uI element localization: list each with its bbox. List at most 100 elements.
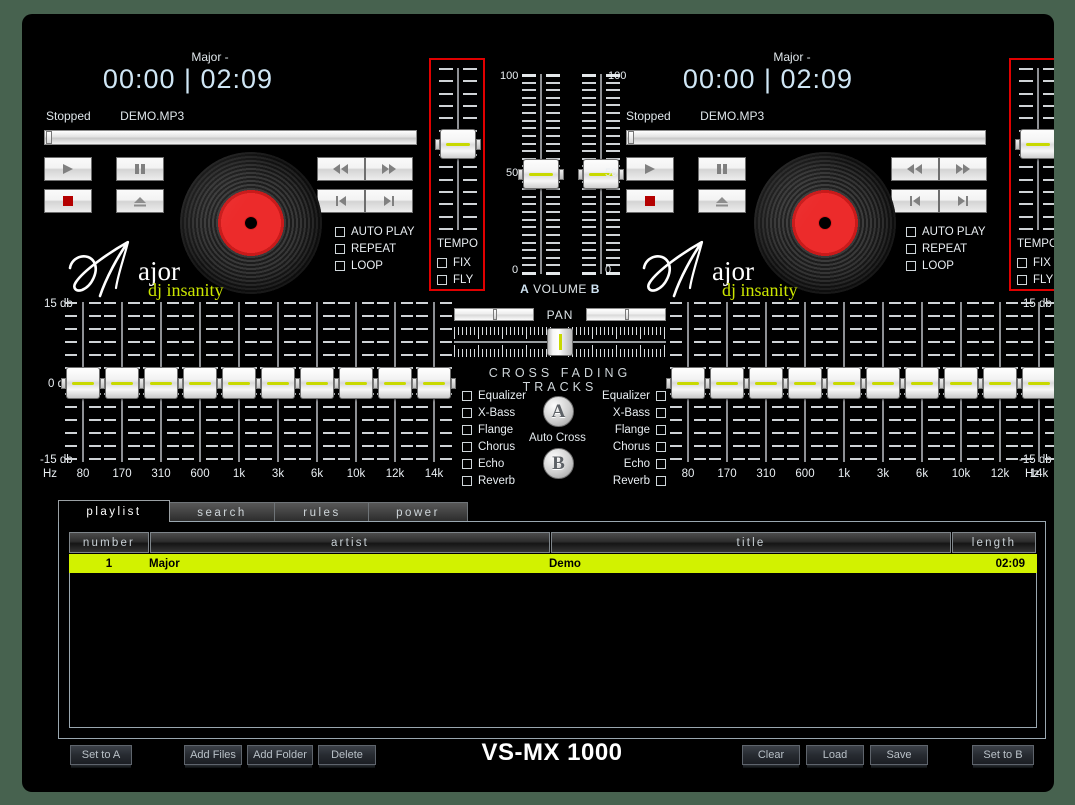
eq-a-knob-80[interactable] (61, 367, 105, 399)
deck-b-pause-button[interactable] (698, 157, 746, 181)
deck-b-repeat-checkbox[interactable] (906, 244, 916, 254)
deck-b-tempo-fly-checkbox[interactable] (1017, 275, 1027, 285)
deck-b-loop-checkbox[interactable] (906, 261, 916, 271)
fx-a-row-4[interactable]: Echo (462, 458, 526, 470)
crossfader-knob[interactable] (547, 328, 573, 356)
deck-a-autoplay-row[interactable]: AUTO PLAY (335, 226, 415, 238)
eq-a-band-1k[interactable]: 1k (217, 302, 261, 480)
deck-b-play-button[interactable] (626, 157, 674, 181)
deck-b-tempo-fix-row[interactable]: FIX (1017, 257, 1051, 269)
deck-a-tempo-fix-checkbox[interactable] (437, 258, 447, 268)
eq-a-band-600[interactable]: 600 (178, 302, 222, 480)
playlist-empty-area[interactable] (69, 573, 1037, 728)
fx-b-equalizer-checkbox[interactable] (656, 391, 666, 401)
deck-a-play-button[interactable] (44, 157, 92, 181)
volume-a-fader[interactable] (518, 74, 564, 275)
tab-power[interactable]: power (368, 502, 468, 522)
tab-playlist[interactable]: playlist (58, 500, 170, 522)
eq-a-band-14k[interactable]: 14k (412, 302, 456, 480)
eq-b-band-14k[interactable]: 14k (1017, 302, 1054, 480)
playlist-row-1[interactable]: 1 Major Demo 02:09 (69, 554, 1037, 573)
eq-b-knob-3k[interactable] (861, 367, 905, 399)
deck-a-tempo-knob[interactable] (435, 129, 481, 159)
deck-a-repeat-row[interactable]: REPEAT (335, 243, 415, 255)
fx-a-reverb-checkbox[interactable] (462, 476, 472, 486)
eq-a-knob-6k[interactable] (295, 367, 339, 399)
deck-b-tempo-fader[interactable] (1015, 68, 1054, 230)
set-to-b-button[interactable]: Set to B (972, 745, 1034, 768)
fx-b-row-1[interactable]: X-Bass (600, 407, 666, 419)
eq-a-knob-12k[interactable] (373, 367, 417, 399)
eq-a-knob-170[interactable] (100, 367, 144, 399)
eq-b-band-6k[interactable]: 6k (900, 302, 944, 480)
deck-b-seek-thumb[interactable] (628, 131, 634, 144)
playlist-column-artist[interactable]: artist (150, 532, 550, 553)
deck-a-fastforward-button[interactable] (365, 157, 413, 181)
deck-a-repeat-checkbox[interactable] (335, 244, 345, 254)
deck-a-seek-bar[interactable] (44, 130, 417, 145)
playlist-column-title[interactable]: title (551, 532, 951, 553)
eq-a-band-3k[interactable]: 3k (256, 302, 300, 480)
auto-cross-deck-a-badge[interactable]: A (543, 396, 574, 427)
fx-a-xbass-checkbox[interactable] (462, 408, 472, 418)
deck-a-tempo-fix-row[interactable]: FIX (437, 257, 471, 269)
fx-a-echo-checkbox[interactable] (462, 459, 472, 469)
deck-a-loop-row[interactable]: LOOP (335, 260, 415, 272)
eq-b-knob-12k[interactable] (978, 367, 1022, 399)
deck-b-eject-button[interactable] (698, 189, 746, 213)
deck-b-repeat-row[interactable]: REPEAT (906, 243, 986, 255)
deck-a-tempo-fader[interactable] (435, 68, 481, 230)
deck-b-prev-track-button[interactable] (891, 189, 939, 213)
eq-a-knob-310[interactable] (139, 367, 183, 399)
eq-b-knob-310[interactable] (744, 367, 788, 399)
deck-b-next-track-button[interactable] (939, 189, 987, 213)
save-button[interactable]: Save (870, 745, 928, 768)
eq-b-band-170[interactable]: 170 (705, 302, 749, 480)
deck-b-rewind-button[interactable] (891, 157, 939, 181)
fx-b-row-2[interactable]: Flange (600, 424, 666, 436)
fx-b-echo-checkbox[interactable] (656, 459, 666, 469)
volume-a-knob[interactable] (518, 159, 564, 189)
fx-a-row-1[interactable]: X-Bass (462, 407, 526, 419)
eq-b-band-600[interactable]: 600 (783, 302, 827, 480)
eq-b-band-310[interactable]: 310 (744, 302, 788, 480)
deck-b-loop-row[interactable]: LOOP (906, 260, 986, 272)
fx-b-reverb-checkbox[interactable] (656, 476, 666, 486)
playlist-column-number[interactable]: number (69, 532, 149, 553)
fx-a-flange-checkbox[interactable] (462, 425, 472, 435)
deck-b-stop-button[interactable] (626, 189, 674, 213)
fx-b-row-0[interactable]: Equalizer (600, 390, 666, 402)
deck-b-tempo-fix-checkbox[interactable] (1017, 258, 1027, 268)
eq-a-knob-14k[interactable] (412, 367, 456, 399)
tab-search[interactable]: search (168, 502, 276, 522)
eq-b-band-3k[interactable]: 3k (861, 302, 905, 480)
eq-b-band-80[interactable]: 80 (666, 302, 710, 480)
deck-b-tempo-knob[interactable] (1015, 129, 1054, 159)
fx-b-row-3[interactable]: Chorus (600, 441, 666, 453)
fx-a-row-0[interactable]: Equalizer (462, 390, 526, 402)
deck-a-rewind-button[interactable] (317, 157, 365, 181)
fx-a-row-3[interactable]: Chorus (462, 441, 526, 453)
fx-a-row-2[interactable]: Flange (462, 424, 526, 436)
fx-a-row-5[interactable]: Reverb (462, 475, 526, 487)
clear-button[interactable]: Clear (742, 745, 800, 768)
auto-cross-deck-b-badge[interactable]: B (543, 448, 574, 479)
deck-b-autoplay-checkbox[interactable] (906, 227, 916, 237)
fx-a-equalizer-checkbox[interactable] (462, 391, 472, 401)
fx-b-flange-checkbox[interactable] (656, 425, 666, 435)
eq-b-knob-80[interactable] (666, 367, 710, 399)
deck-a-loop-checkbox[interactable] (335, 261, 345, 271)
eq-a-band-12k[interactable]: 12k (373, 302, 417, 480)
eq-a-knob-3k[interactable] (256, 367, 300, 399)
pan-b-thumb[interactable] (625, 309, 629, 320)
fx-a-chorus-checkbox[interactable] (462, 442, 472, 452)
deck-a-pause-button[interactable] (116, 157, 164, 181)
deck-a-prev-track-button[interactable] (317, 189, 365, 213)
deck-a-tempo-fly-row[interactable]: FLY (437, 274, 473, 286)
deck-b-tempo-fly-row[interactable]: FLY (1017, 274, 1053, 286)
eq-b-knob-170[interactable] (705, 367, 749, 399)
eq-a-knob-10k[interactable] (334, 367, 378, 399)
deck-a-next-track-button[interactable] (365, 189, 413, 213)
deck-b-seek-bar[interactable] (626, 130, 986, 145)
deck-a-stop-button[interactable] (44, 189, 92, 213)
